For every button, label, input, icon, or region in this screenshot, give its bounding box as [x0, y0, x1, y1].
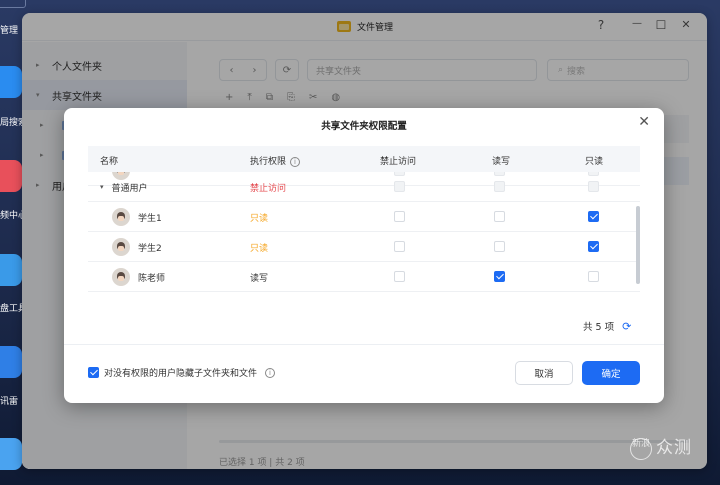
header-readwrite: 读写 [492, 157, 511, 167]
video-app-icon[interactable] [0, 160, 22, 192]
row-name-cell: 学生2 [112, 232, 162, 262]
hide-folders-label: 对没有权限的用户隐藏子文件夹和文件 i [104, 366, 276, 379]
permission-rows: ▾ 普通用户 禁止访问 学生1 只读 学生2 只读 陈老师 读写 [88, 172, 640, 306]
deny-checkbox[interactable] [394, 211, 405, 222]
group-row: ▾ 普通用户 禁止访问 [88, 172, 640, 202]
header-permission-label: 执行权限 [250, 157, 287, 167]
header-name: 名称 [100, 157, 119, 167]
avatar [112, 238, 130, 256]
row-name: 学生2 [138, 243, 162, 254]
dock-label-thunder: 讯雷 [0, 397, 19, 407]
desktop-dock: 管理 局搜索 频中心 盘工具 讯雷 [0, 0, 27, 485]
caret-down-icon[interactable]: ▾ [100, 183, 104, 191]
watermark-logo: 新浪 [630, 438, 652, 460]
row-name-cell: 学生1 [112, 202, 162, 232]
permission-table-header: 名称 执行权限 i 禁止访问 读写 只读 [88, 146, 640, 172]
row-permission: 只读 [250, 213, 269, 224]
cancel-button[interactable]: 取消 [515, 361, 573, 385]
row-name: 陈老师 [138, 273, 166, 284]
dialog-divider [64, 344, 664, 345]
readwrite-checkbox [494, 181, 505, 192]
hide-folders-checkbox[interactable] [88, 367, 99, 378]
header-deny: 禁止访问 [380, 157, 417, 167]
watermark: 新浪 众测 [630, 436, 710, 476]
row-name-cell: 陈老师 [112, 262, 165, 292]
header-readonly: 只读 [585, 157, 604, 167]
readonly-checkbox[interactable] [588, 241, 599, 252]
deny-checkbox[interactable] [394, 271, 405, 282]
total-count-text: 共 5 项 [583, 322, 615, 333]
info-icon[interactable]: i [290, 156, 301, 167]
user-row: 学生2 只读 [88, 232, 640, 262]
avatar [112, 268, 130, 286]
deny-checkbox [394, 181, 405, 192]
vertical-scrollbar[interactable] [636, 206, 640, 284]
permission-dialog: 共享文件夹权限配置 ✕ 名称 执行权限 i 禁止访问 读写 只读 ▾ 普通用户 禁止访… [64, 108, 664, 403]
info-icon[interactable]: i [265, 367, 276, 378]
readonly-checkbox[interactable] [588, 271, 599, 282]
row-name: 学生1 [138, 213, 162, 224]
dialog-close-icon[interactable]: ✕ [638, 114, 650, 130]
row-permission: 禁止访问 [250, 183, 287, 194]
total-count: 共 5 项 ⟳ [583, 319, 631, 334]
readwrite-checkbox[interactable] [494, 271, 505, 282]
watermark-text: 众测 [656, 438, 692, 458]
user-row: 陈老师 读写 [88, 262, 640, 292]
readonly-checkbox[interactable] [588, 211, 599, 222]
row-permission: 读写 [250, 273, 269, 284]
refresh-icon[interactable]: ⟳ [622, 320, 631, 333]
dock-app-icon[interactable] [0, 438, 22, 470]
search-app-icon[interactable] [0, 66, 22, 98]
readwrite-checkbox[interactable] [494, 241, 505, 252]
hide-folders-text: 对没有权限的用户隐藏子文件夹和文件 [104, 369, 258, 379]
dialog-title: 共享文件夹权限配置 [321, 121, 407, 132]
ok-button[interactable]: 确定 [582, 361, 640, 385]
readwrite-checkbox[interactable] [494, 211, 505, 222]
readonly-checkbox [588, 181, 599, 192]
dock-label-manage: 管理 [0, 26, 19, 36]
disk-tool-icon[interactable] [0, 254, 22, 286]
avatar [112, 208, 130, 226]
deny-checkbox[interactable] [394, 241, 405, 252]
row-name-cell: ▾ 普通用户 [100, 172, 148, 202]
user-row: 学生1 只读 [88, 202, 640, 232]
row-permission: 只读 [250, 243, 269, 254]
row-name: 普通用户 [111, 183, 148, 194]
header-permission: 执行权限 i [250, 154, 301, 167]
dock-top-button[interactable] [0, 0, 26, 8]
thunder-app-icon[interactable] [0, 346, 22, 378]
